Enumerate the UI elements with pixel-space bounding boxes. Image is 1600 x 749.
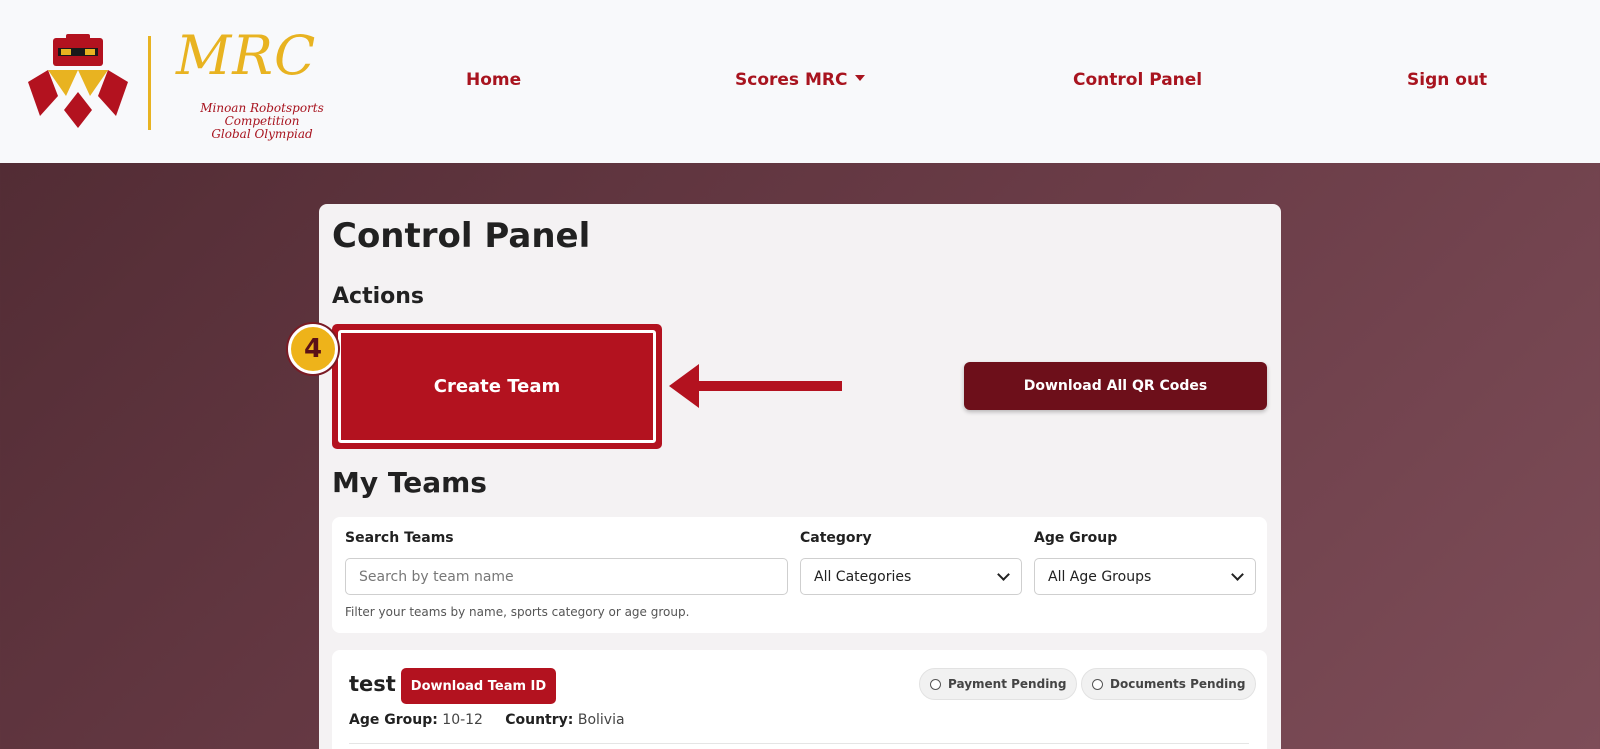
caret-down-icon bbox=[855, 75, 866, 81]
nav-home[interactable]: Home bbox=[466, 70, 521, 90]
payment-status-pill[interactable]: Payment Pending bbox=[919, 668, 1078, 700]
category-select-value: All Categories bbox=[814, 568, 912, 585]
mrc-logo[interactable]: MRC Minoan Robotsports Competition Globa… bbox=[26, 24, 346, 141]
age-group-select[interactable]: All Age Groups bbox=[1034, 558, 1256, 595]
my-teams-heading: My Teams bbox=[332, 466, 487, 499]
robot-logo-icon bbox=[28, 34, 128, 128]
age-group-meta-label: Age Group: bbox=[349, 712, 438, 728]
search-input[interactable] bbox=[345, 558, 788, 595]
team-meta: Age Group: 10-12 Country: Bolivia bbox=[349, 712, 625, 728]
documents-status-text: Documents Pending bbox=[1110, 677, 1246, 691]
top-header: MRC Minoan Robotsports Competition Globa… bbox=[0, 0, 1600, 163]
nav-scores-dropdown[interactable]: Scores MRC bbox=[735, 70, 866, 90]
age-group-select-value: All Age Groups bbox=[1048, 568, 1152, 585]
radio-circle-icon bbox=[930, 678, 941, 690]
create-team-button[interactable]: Create Team bbox=[338, 330, 656, 443]
brand-subtitle-line1: Minoan Robotsports Competition bbox=[200, 101, 324, 128]
actions-heading: Actions bbox=[332, 284, 424, 309]
age-group-meta-value: 10-12 bbox=[442, 712, 483, 728]
download-all-qr-button[interactable]: Download All QR Codes bbox=[964, 362, 1267, 410]
team-name: test bbox=[349, 672, 396, 696]
brand-subtitle: Minoan Robotsports Competition Global Ol… bbox=[162, 102, 362, 141]
control-panel-card: Control Panel Actions 4 Create Team Down… bbox=[288, 204, 1281, 749]
radio-circle-icon bbox=[1092, 678, 1103, 690]
logo-divider bbox=[148, 36, 151, 130]
team-card-divider bbox=[349, 743, 1249, 744]
search-label: Search Teams bbox=[345, 530, 454, 546]
left-arrow-icon bbox=[669, 364, 842, 408]
age-group-label: Age Group bbox=[1034, 530, 1118, 546]
brand-name: MRC bbox=[176, 24, 317, 87]
payment-status-text: Payment Pending bbox=[948, 677, 1067, 691]
chevron-down-icon bbox=[1231, 567, 1244, 581]
page-title: Control Panel bbox=[332, 216, 591, 256]
filter-card: Search Teams Category All Categories Age… bbox=[332, 517, 1267, 633]
create-team-highlight: 4 Create Team bbox=[288, 324, 662, 449]
chevron-down-icon bbox=[997, 567, 1010, 581]
nav-scores-label: Scores MRC bbox=[735, 70, 848, 90]
team-card: test Download Team ID Payment Pending Do… bbox=[332, 650, 1267, 749]
nav-sign-out[interactable]: Sign out bbox=[1407, 70, 1487, 90]
country-meta-label: Country: bbox=[505, 712, 574, 728]
country-meta-value: Bolivia bbox=[577, 712, 625, 728]
category-select[interactable]: All Categories bbox=[800, 558, 1022, 595]
brand-subtitle-line2: Global Olympiad bbox=[211, 127, 313, 141]
documents-status-pill[interactable]: Documents Pending bbox=[1081, 668, 1257, 700]
download-team-id-button[interactable]: Download Team ID bbox=[401, 668, 556, 704]
nav-control-panel[interactable]: Control Panel bbox=[1073, 70, 1202, 90]
category-label: Category bbox=[800, 530, 872, 546]
step-number-badge: 4 bbox=[288, 324, 338, 374]
filter-help-text: Filter your teams by name, sports catego… bbox=[345, 605, 690, 619]
